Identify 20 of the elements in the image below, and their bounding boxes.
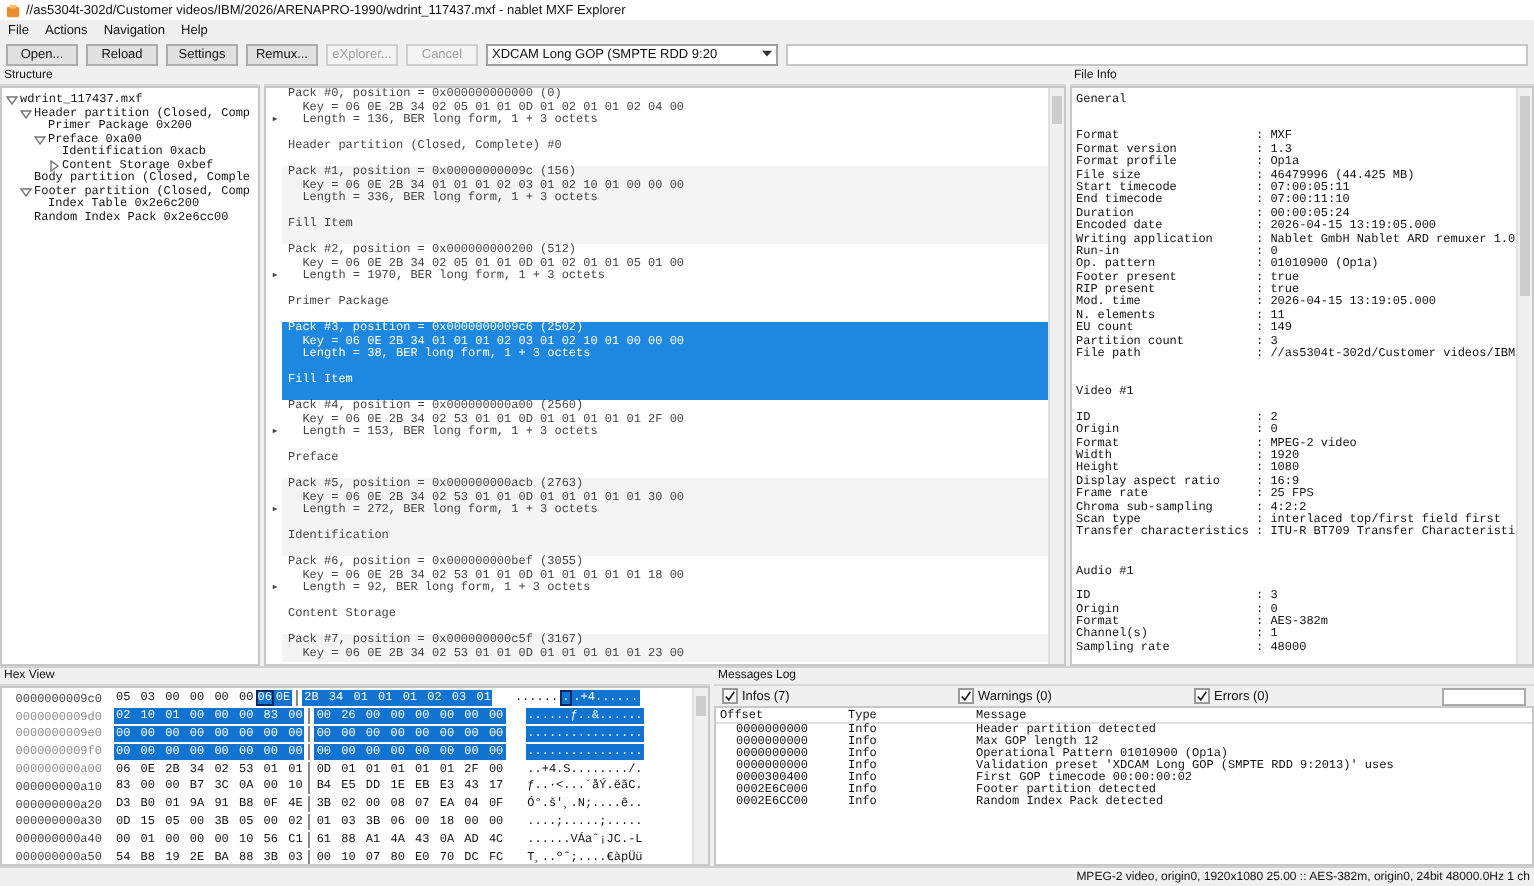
checkbox[interactable] [722,688,738,704]
expander-icon[interactable] [20,107,32,120]
expander-icon[interactable] [6,94,18,107]
app-icon [6,3,20,17]
input-field[interactable] [786,43,1528,65]
expander-icon[interactable] [34,133,46,146]
expand-icon[interactable] [271,272,277,278]
expander-icon[interactable] [20,185,32,198]
caret-icon[interactable] [762,50,772,58]
scrollbar[interactable] [692,688,708,864]
checkbox[interactable] [1194,688,1210,704]
search-field[interactable] [1442,687,1526,705]
scrollbar[interactable] [1048,88,1064,664]
expander-icon[interactable] [48,159,60,172]
expand-icon[interactable] [271,584,277,590]
checkbox[interactable] [958,688,974,704]
expand-icon[interactable] [271,428,277,434]
expand-icon[interactable] [271,506,277,512]
expand-icon[interactable] [271,116,277,122]
scrollbar[interactable] [1516,88,1532,664]
